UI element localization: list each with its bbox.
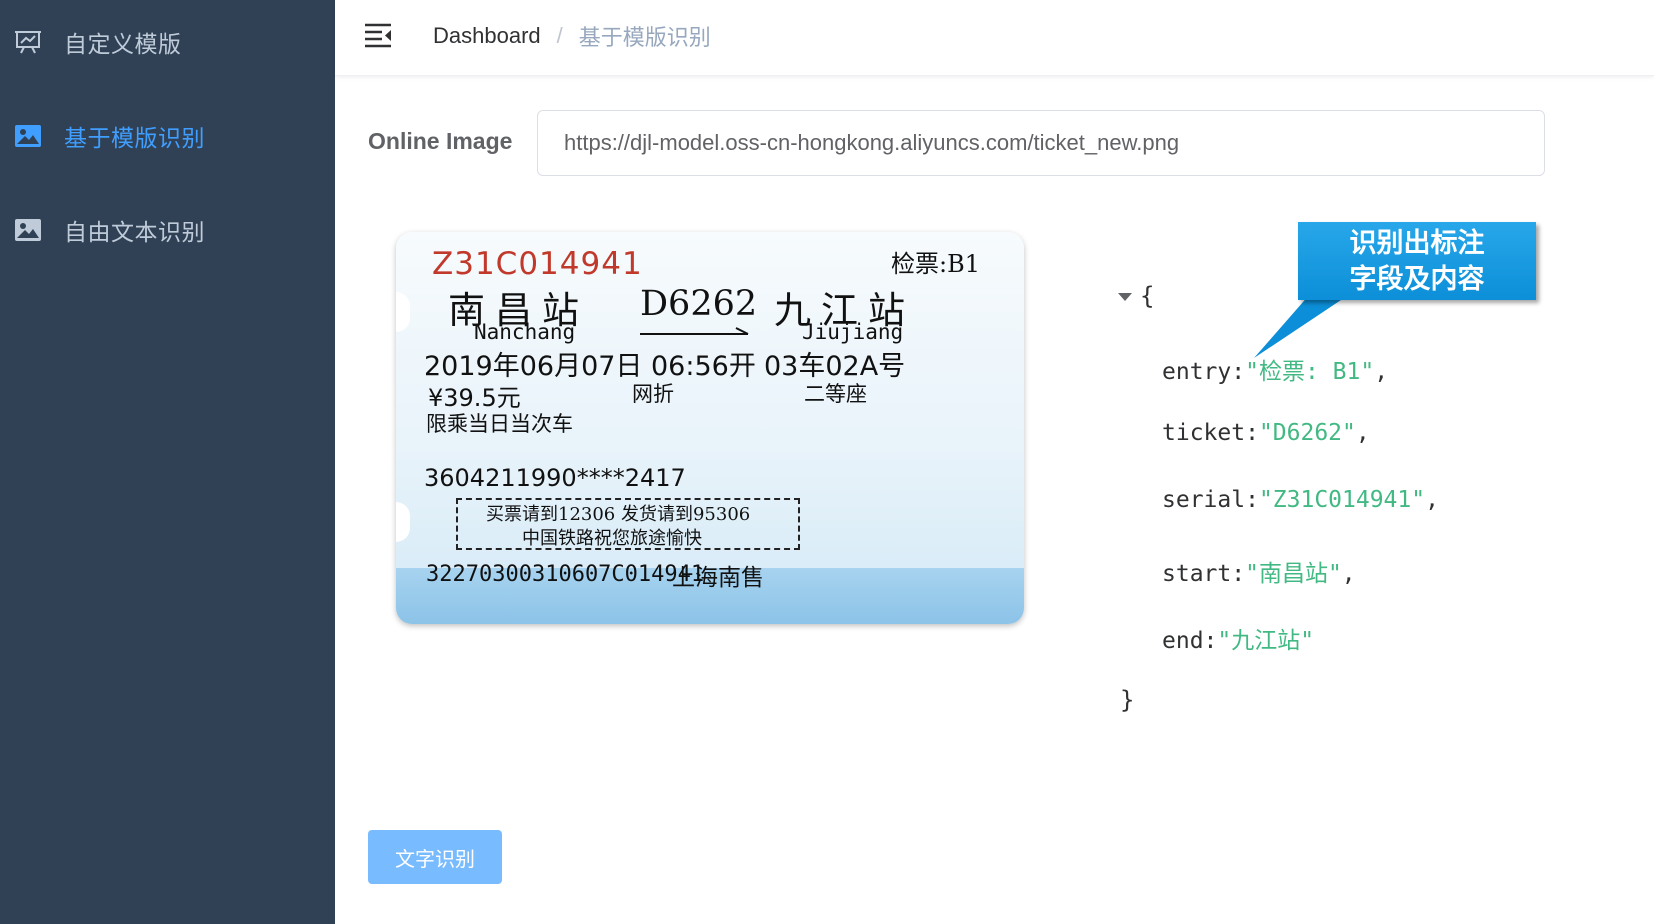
ticket-train-number: D6262 (640, 284, 758, 324)
json-key: entry: (1162, 359, 1246, 385)
json-comma: , (1355, 420, 1370, 446)
json-value: "九江站" (1217, 628, 1315, 654)
callout-line: 字段及内容 (1349, 264, 1485, 295)
sidebar-item-custom-template[interactable]: 自定义模版 (0, 12, 335, 72)
ticket-code: 32270300310607C014941 (426, 562, 705, 587)
navbar: Dashboard / 基于模版识别 (335, 0, 1654, 76)
ticket-id-number: 3604211990****2417 (424, 464, 686, 492)
sidebar-item-label: 自定义模版 (64, 32, 182, 58)
sidebar-item-template-recognition[interactable]: 基于模版识别 (0, 106, 335, 166)
json-key: serial: (1162, 487, 1259, 513)
ticket-start-pinyin: Nanchang (474, 320, 576, 344)
ticket-notice-line: 买票请到12306 发货请到95306 (486, 504, 751, 525)
json-comma: , (1341, 561, 1356, 587)
breadcrumb: Dashboard / 基于模版识别 (433, 20, 711, 52)
recognize-text-button[interactable]: 文字识别 (368, 830, 502, 884)
sidebar-item-free-text-recognition[interactable]: 自由文本识别 (0, 200, 335, 260)
json-open-brace: { (1140, 282, 1155, 310)
json-comma: , (1425, 487, 1439, 513)
callout-line: 识别出标注 (1349, 228, 1485, 259)
sidebar-item-label: 自由文本识别 (64, 220, 205, 246)
arrow-right-icon (640, 327, 749, 335)
json-value: "Z31C014941" (1258, 487, 1426, 513)
breadcrumb-separator: / (556, 23, 563, 48)
ticket-notch (396, 292, 410, 332)
ticket-image: Z31C014941 检票:B1 南昌站 D6262 九江站 Nanchang … (384, 228, 1034, 628)
json-row-serial: serial:"Z31C014941", (1162, 487, 1439, 513)
ticket-class: 二等座 (804, 382, 867, 406)
image-icon (15, 219, 41, 241)
ticket-sale-station: 上海南售 (672, 565, 764, 591)
sidebar-item-label: 基于模版识别 (64, 126, 205, 152)
callout-annotation: 识别出标注 字段及内容 (1298, 222, 1536, 300)
ticket-notch (396, 502, 410, 542)
json-key: ticket: (1162, 420, 1259, 446)
presentation-chart-icon (15, 31, 41, 54)
ticket-end-pinyin: Jiujiang (802, 320, 904, 344)
hamburger-menu-icon[interactable] (363, 22, 393, 48)
sidebar: 自定义模版 基于模版识别 自由文本识别 (0, 0, 335, 924)
ticket-card: Z31C014941 检票:B1 南昌站 D6262 九江站 Nanchang … (396, 232, 1024, 624)
json-row-ticket: ticket:"D6262", (1162, 420, 1370, 446)
ticket-limit: 限乘当日当次车 (426, 412, 573, 436)
ticket-notice-line: 中国铁路祝您旅途愉快 (522, 528, 702, 549)
ticket-discount: 网折 (632, 382, 674, 406)
ticket-entry: 检票:B1 (891, 250, 980, 278)
json-row-end: end:"九江站" (1162, 621, 1314, 655)
json-row-start: start:"南昌站", (1162, 554, 1356, 588)
ticket-serial: Z31C014941 (432, 246, 643, 282)
collapse-caret-icon[interactable] (1118, 292, 1132, 302)
json-key: start: (1162, 561, 1246, 587)
online-image-label: Online Image (368, 128, 513, 154)
json-value: "检票: B1" (1245, 359, 1375, 385)
json-close-brace: } (1120, 686, 1135, 714)
json-comma: , (1374, 359, 1389, 385)
json-value: "D6262" (1258, 420, 1356, 446)
json-key: end: (1162, 628, 1218, 654)
image-url-input[interactable] (537, 110, 1545, 176)
image-icon (15, 125, 41, 147)
callout-pointer (1254, 294, 1350, 358)
json-value: "南昌站" (1245, 561, 1342, 587)
breadcrumb-home-link[interactable]: Dashboard (433, 23, 541, 49)
breadcrumb-current: 基于模版识别 (578, 26, 711, 51)
